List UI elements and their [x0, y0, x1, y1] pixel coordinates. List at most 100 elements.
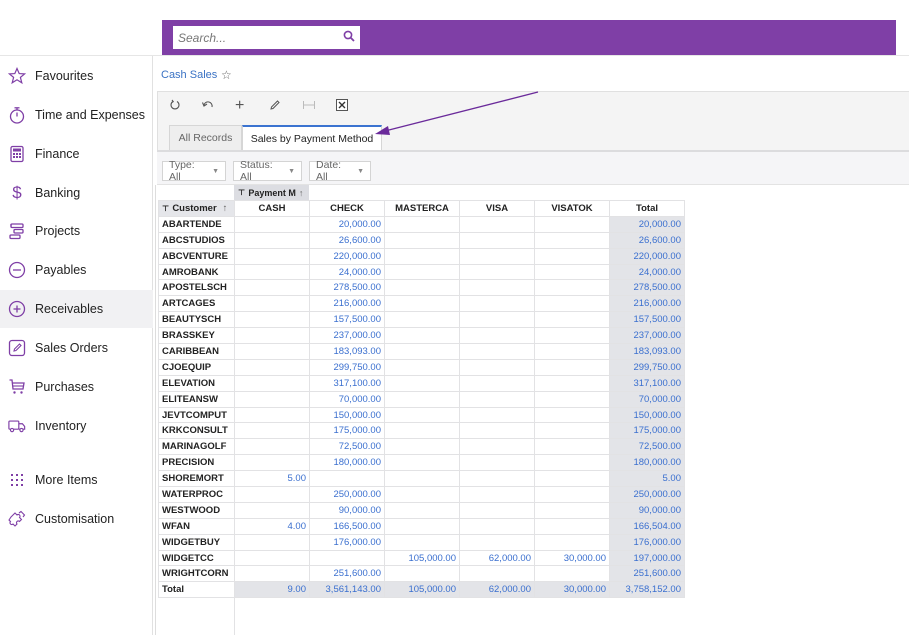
row-total-cell[interactable]: 220,000.00	[609, 247, 685, 265]
value-cell[interactable]: 183,093.00	[309, 343, 385, 360]
table-row[interactable]: WRIGHTCORN 251,600.00 251,600.00	[158, 565, 685, 583]
export-excel-icon[interactable]	[336, 99, 348, 114]
value-cell[interactable]	[234, 358, 310, 376]
value-cell[interactable]	[459, 327, 535, 345]
table-row[interactable]: CARIBBEAN 183,093.00 183,093.00	[158, 343, 685, 360]
sidebar-item-receivables[interactable]: Receivables	[0, 290, 153, 328]
row-total-cell[interactable]: 24,000.00	[609, 263, 685, 281]
value-cell[interactable]	[534, 311, 610, 329]
row-total-cell[interactable]: 72,500.00	[609, 438, 685, 456]
value-cell[interactable]	[384, 501, 460, 519]
value-cell[interactable]	[309, 549, 385, 567]
row-total-cell[interactable]: 5.00	[609, 470, 685, 488]
row-total-cell[interactable]: 216,000.00	[609, 295, 685, 313]
value-cell[interactable]	[534, 438, 610, 456]
row-total-cell[interactable]: 278,500.00	[609, 279, 685, 297]
value-cell[interactable]: 62,000.00	[459, 549, 535, 567]
value-cell[interactable]	[234, 406, 310, 424]
value-cell[interactable]: 105,000.00	[384, 581, 460, 599]
fit-columns-icon[interactable]	[302, 99, 316, 114]
value-cell[interactable]: 237,000.00	[309, 327, 385, 345]
value-cell[interactable]	[234, 327, 310, 345]
value-cell[interactable]	[459, 343, 535, 360]
value-cell[interactable]	[459, 311, 535, 329]
value-cell[interactable]	[459, 454, 535, 472]
value-cell[interactable]: 176,000.00	[309, 533, 385, 551]
row-total-cell[interactable]: 20,000.00	[609, 215, 685, 233]
value-cell[interactable]: 4.00	[234, 517, 310, 535]
value-cell[interactable]	[459, 295, 535, 313]
table-row[interactable]: ABCSTUDIOS 26,600.00 26,600.00	[158, 231, 685, 249]
table-row[interactable]: ELEVATION 317,100.00 317,100.00	[158, 374, 685, 392]
customer-field-header[interactable]: ⊤ Customer ↑	[158, 200, 235, 217]
value-cell[interactable]	[459, 231, 535, 249]
value-cell[interactable]	[384, 406, 460, 424]
value-cell[interactable]	[534, 343, 610, 360]
value-cell[interactable]	[459, 470, 535, 488]
value-cell[interactable]	[234, 438, 310, 456]
value-cell[interactable]	[384, 374, 460, 392]
value-cell[interactable]	[234, 295, 310, 313]
sidebar-item-banking[interactable]: $ Banking	[0, 174, 153, 212]
value-cell[interactable]	[534, 358, 610, 376]
value-cell[interactable]	[384, 565, 460, 583]
value-cell[interactable]	[459, 565, 535, 583]
value-cell[interactable]: 5.00	[234, 470, 310, 488]
value-cell[interactable]	[459, 374, 535, 392]
value-cell[interactable]	[534, 454, 610, 472]
value-cell[interactable]: 9.00	[234, 581, 310, 599]
column-header[interactable]: Total	[609, 200, 685, 217]
status-filter-dropdown[interactable]: Status: All ▼	[233, 159, 302, 183]
value-cell[interactable]	[234, 263, 310, 281]
value-cell[interactable]: 26,600.00	[309, 231, 385, 249]
row-total-cell[interactable]: 150,000.00	[609, 406, 685, 424]
value-cell[interactable]: 105,000.00	[384, 549, 460, 567]
value-cell[interactable]	[459, 438, 535, 456]
value-cell[interactable]	[459, 486, 535, 503]
value-cell[interactable]	[234, 311, 310, 329]
value-cell[interactable]	[384, 311, 460, 329]
value-cell[interactable]: 90,000.00	[309, 501, 385, 519]
date-filter-dropdown[interactable]: Date: All ▼	[309, 159, 371, 183]
value-cell[interactable]: 175,000.00	[309, 422, 385, 440]
value-cell[interactable]	[384, 422, 460, 440]
table-row[interactable]: WIDGETCC 105,000.00 62,000.00 30,000.00 197,…	[158, 549, 685, 567]
value-cell[interactable]: 30,000.00	[534, 581, 610, 599]
table-row[interactable]: AMROBANK 24,000.00 24,000.00	[158, 263, 685, 281]
column-header[interactable]: CHECK	[309, 200, 385, 217]
value-cell[interactable]	[384, 470, 460, 488]
sidebar-item-projects[interactable]: Projects	[0, 212, 153, 250]
table-row[interactable]: WFAN 4.00 166,500.00 166,504.00	[158, 517, 685, 535]
value-cell[interactable]	[534, 263, 610, 281]
payment-method-field-header[interactable]: ⊤ Payment M ↑	[234, 185, 309, 200]
value-cell[interactable]	[384, 438, 460, 456]
value-cell[interactable]	[534, 501, 610, 519]
value-cell[interactable]	[534, 486, 610, 503]
column-header[interactable]: VISA	[459, 200, 535, 217]
value-cell[interactable]	[534, 295, 610, 313]
value-cell[interactable]	[234, 343, 310, 360]
value-cell[interactable]	[234, 454, 310, 472]
value-cell[interactable]	[534, 422, 610, 440]
table-row[interactable]: PRECISION 180,000.00 180,000.00	[158, 454, 685, 472]
value-cell[interactable]: 62,000.00	[459, 581, 535, 599]
sidebar-item-finance[interactable]: Finance	[0, 135, 153, 173]
table-row[interactable]: SHOREMORT 5.00 5.00	[158, 470, 685, 488]
refresh-icon[interactable]	[169, 99, 181, 114]
edit-pencil-icon[interactable]	[269, 99, 281, 114]
value-cell[interactable]	[384, 279, 460, 297]
tab-all-records[interactable]: All Records	[169, 125, 242, 150]
value-cell[interactable]	[459, 263, 535, 281]
column-header[interactable]: MASTERCA	[384, 200, 460, 217]
value-cell[interactable]	[459, 406, 535, 424]
row-total-cell[interactable]: 3,758,152.00	[609, 581, 685, 599]
value-cell[interactable]: 317,100.00	[309, 374, 385, 392]
value-cell[interactable]	[384, 295, 460, 313]
row-total-cell[interactable]: 90,000.00	[609, 501, 685, 519]
table-row[interactable]: CJOEQUIP 299,750.00 299,750.00	[158, 358, 685, 376]
value-cell[interactable]	[234, 279, 310, 297]
value-cell[interactable]	[534, 327, 610, 345]
value-cell[interactable]	[459, 533, 535, 551]
value-cell[interactable]	[534, 533, 610, 551]
value-cell[interactable]	[534, 565, 610, 583]
